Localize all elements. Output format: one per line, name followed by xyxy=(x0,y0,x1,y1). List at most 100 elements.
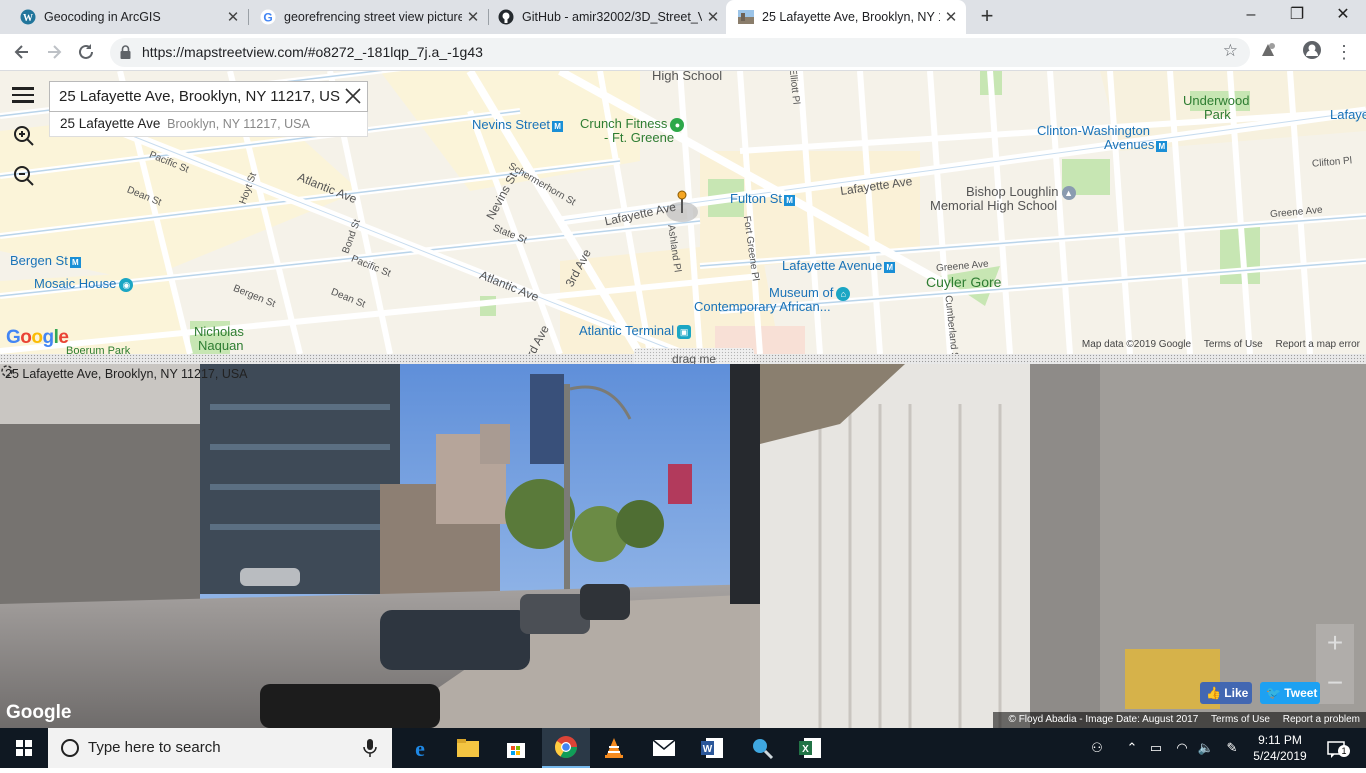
close-tab-icon[interactable]: ✕ xyxy=(702,8,724,26)
poi-label: Nevins Street xyxy=(472,117,551,132)
poi-label: - Ft. Greene xyxy=(604,130,675,145)
tray-chevron-up-icon[interactable]: ⌃ xyxy=(1122,728,1142,768)
tweet-label: Tweet xyxy=(1284,686,1318,700)
minimize-button[interactable]: – xyxy=(1228,0,1274,32)
street-view-zoom-in-button[interactable]: + xyxy=(1316,624,1354,664)
subway-icon: M xyxy=(884,262,896,273)
poi-label[interactable]: Lafaye xyxy=(1330,108,1366,122)
poi-fulton-st[interactable]: Fulton St M xyxy=(730,191,796,206)
poi-label: Bergen St xyxy=(10,253,68,268)
taskbar-clock[interactable]: 9:11 PM 5/24/2019 xyxy=(1232,732,1328,764)
browser-toolbar: https://mapstreetview.com/#o8272_-181lqp… xyxy=(0,34,1366,71)
poi-label[interactable]: Underwood xyxy=(1183,94,1250,108)
address-search-box[interactable] xyxy=(49,81,368,112)
search-suggestion-item[interactable]: 25 Lafayette Ave Brooklyn, NY 11217, USA xyxy=(49,112,368,137)
poi-label[interactable]: Nicholas xyxy=(194,325,244,339)
poi-label: Fulton St xyxy=(730,191,783,206)
github-icon xyxy=(498,9,514,25)
poi-label: Avenues xyxy=(1104,137,1155,152)
tab-github[interactable]: GitHub - amir32002/3D_Street_V ✕ xyxy=(478,0,728,34)
vlc-icon[interactable] xyxy=(590,728,638,768)
store-icon[interactable] xyxy=(492,728,540,768)
poi-label: Museum of xyxy=(769,285,834,300)
poi-nevins-street[interactable]: Nevins Street M xyxy=(472,117,564,132)
map-panel[interactable]: Atlantic Ave Atlantic Ave Pacific St Pac… xyxy=(0,71,1366,354)
suggestion-main-text: 25 Lafayette Ave xyxy=(60,116,161,131)
bookmark-star-icon[interactable]: ☆ xyxy=(1223,41,1238,61)
battery-icon[interactable]: ▭ xyxy=(1146,728,1166,768)
poi-label: Park xyxy=(1204,107,1231,122)
close-window-button[interactable]: ✕ xyxy=(1320,0,1366,32)
school-pin-icon: ▲ xyxy=(1061,186,1076,200)
file-explorer-icon[interactable] xyxy=(444,728,492,768)
map-zoom-out-icon[interactable] xyxy=(11,163,37,189)
new-tab-button[interactable]: + xyxy=(975,5,999,29)
map-data-credit: Map data ©2019 Google xyxy=(1081,339,1192,350)
loading-spinner-icon xyxy=(1,365,13,377)
windows-start-icon[interactable] xyxy=(0,728,48,768)
map-terms-link[interactable]: Terms of Use xyxy=(1204,339,1263,350)
search-app-icon[interactable] xyxy=(738,728,786,768)
extension-icon[interactable] xyxy=(1256,40,1280,64)
street-view-panel[interactable]: 25 Lafayette Ave, Brooklyn, NY 11217, US… xyxy=(0,364,1366,728)
address-search-input[interactable] xyxy=(50,82,340,111)
excel-icon[interactable]: X xyxy=(786,728,834,768)
taskbar-search-box[interactable]: Type here to search xyxy=(48,728,392,768)
svg-text:W: W xyxy=(23,13,33,24)
back-icon[interactable] xyxy=(10,40,34,64)
tweet-button[interactable]: 🐦 Tweet xyxy=(1260,682,1320,704)
edge-icon[interactable]: e xyxy=(396,728,444,768)
word-icon[interactable]: W xyxy=(688,728,736,768)
forward-icon[interactable] xyxy=(42,40,66,64)
map-report-error-link[interactable]: Report a map error xyxy=(1276,339,1360,350)
street-view-zoom-out-button[interactable]: − xyxy=(1316,664,1354,704)
menu-hamburger-icon[interactable] xyxy=(12,87,34,103)
poi-label: Atlantic Terminal xyxy=(579,323,675,338)
poi-lafayette-avenue[interactable]: Lafayette Avenue M xyxy=(782,259,896,273)
notification-center-icon[interactable]: 1 xyxy=(1322,728,1350,768)
tab-title: Geocoding in ArcGIS xyxy=(44,10,161,24)
menu-kebab-icon[interactable]: ⋮ xyxy=(1332,40,1356,64)
subway-icon: M xyxy=(784,195,796,206)
svg-text:e: e xyxy=(415,736,425,760)
close-tab-icon[interactable]: ✕ xyxy=(940,8,962,26)
street-view-terms-link[interactable]: Terms of Use xyxy=(1211,714,1270,725)
streetview-thumb-icon xyxy=(738,9,754,25)
poi-label[interactable]: Clinton-Washington xyxy=(1037,124,1150,138)
poi-bergen-st[interactable]: Bergen St M xyxy=(10,254,81,268)
clear-search-icon[interactable] xyxy=(343,86,363,106)
suggestion-secondary-text: Brooklyn, NY 11217, USA xyxy=(167,117,310,131)
report-problem-link[interactable]: Report a problem xyxy=(1283,714,1360,725)
poi-clinton-washington[interactable]: Avenues M xyxy=(1104,137,1168,152)
street-view-zoom-control: + − xyxy=(1316,624,1354,704)
reload-icon[interactable] xyxy=(74,40,98,64)
people-icon[interactable]: ⚇ xyxy=(1086,728,1108,768)
microphone-icon[interactable] xyxy=(362,738,378,758)
street-view-image[interactable] xyxy=(0,364,1366,728)
tab-geocoding-arcgis[interactable]: W Geocoding in ArcGIS ✕ xyxy=(0,0,248,34)
mail-icon[interactable] xyxy=(640,728,688,768)
profile-avatar-icon[interactable] xyxy=(1300,40,1324,64)
svg-text:W: W xyxy=(703,744,713,755)
address-bar[interactable]: https://mapstreetview.com/#o8272_-181lqp… xyxy=(110,38,1250,67)
maximize-button[interactable]: ❐ xyxy=(1274,0,1320,32)
tab-georeferencing-search[interactable]: G georefrencing street view picture ✕ xyxy=(240,0,488,34)
wifi-icon[interactable]: ◠ xyxy=(1172,728,1192,768)
poi-atlantic-terminal[interactable]: Atlantic Terminal ▣ xyxy=(579,323,692,339)
twitter-bird-icon: 🐦 xyxy=(1266,686,1281,700)
poi-label[interactable]: Cuyler Gore xyxy=(926,275,1001,289)
poi-label: Boerum Park xyxy=(66,345,131,354)
chrome-icon[interactable] xyxy=(542,728,590,768)
poi-label[interactable]: High School xyxy=(652,71,722,83)
map-zoom-in-icon[interactable] xyxy=(11,123,37,149)
taskbar-search-placeholder: Type here to search xyxy=(88,739,221,756)
poi-label: Bishop Loughlin xyxy=(966,184,1059,199)
volume-icon[interactable]: 🔈 xyxy=(1196,728,1216,768)
poi-label: Crunch Fitness xyxy=(580,116,668,131)
tab-street-view-active[interactable]: 25 Lafayette Ave, Brooklyn, NY 1 ✕ xyxy=(726,0,966,34)
svg-text:X: X xyxy=(802,744,809,755)
poi-mosaic-house[interactable]: Mosaic House ◉ xyxy=(34,277,134,292)
tab-title: georefrencing street view picture xyxy=(284,10,462,24)
facebook-like-button[interactable]: 👍 Like xyxy=(1200,682,1252,704)
train-icon: ▣ xyxy=(677,325,692,339)
